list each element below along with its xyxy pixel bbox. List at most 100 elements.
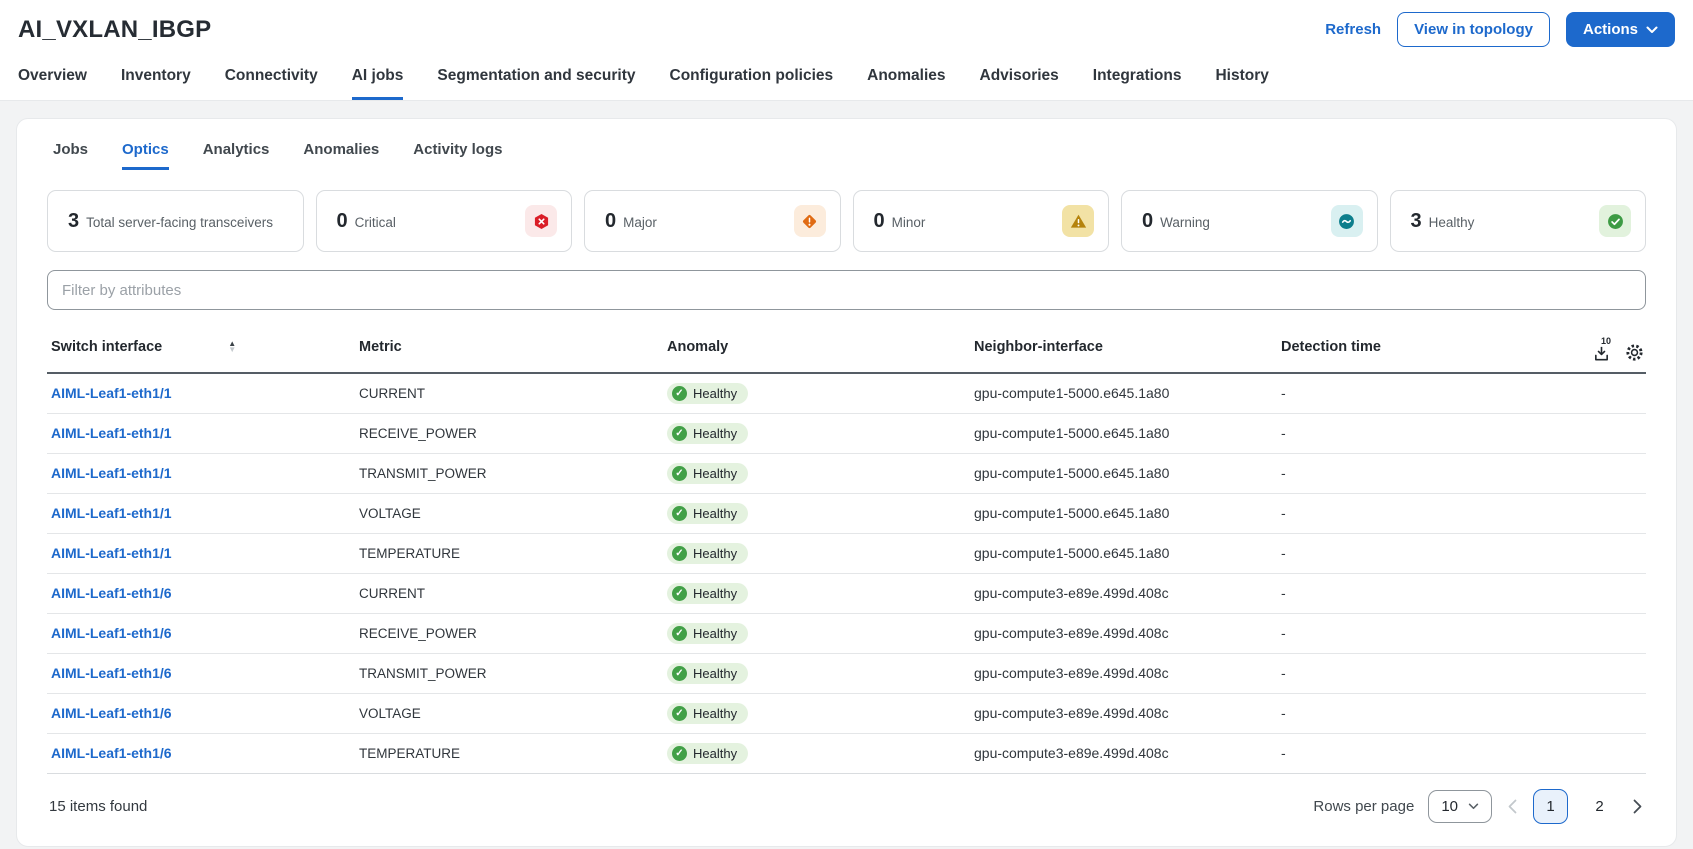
healthy-label: Healthy xyxy=(1428,214,1475,230)
healthy-check-icon: ✓ xyxy=(672,465,687,481)
anomaly-status-badge: ✓ Healthy xyxy=(667,702,749,724)
column-header-anomaly[interactable]: Anomaly xyxy=(663,324,970,374)
metric-cell: TRANSMIT_POWER xyxy=(355,453,663,494)
detection-time-cell: - xyxy=(1277,453,1517,494)
subtab-analytics[interactable]: Analytics xyxy=(203,141,270,170)
tab-ai-jobs[interactable]: AI jobs xyxy=(351,67,404,100)
table-footer: 15 items found Rows per page 10 1 2 xyxy=(47,775,1646,832)
summary-card-row: 3 Total server-facing transceivers 0 Cri… xyxy=(47,190,1646,252)
switch-interface-link[interactable]: AIML-Leaf1-eth1/6 xyxy=(51,665,172,681)
critical-count: 0 xyxy=(336,209,348,232)
switch-interface-link[interactable]: AIML-Leaf1-eth1/6 xyxy=(51,585,172,601)
switch-interface-link[interactable]: AIML-Leaf1-eth1/6 xyxy=(51,745,172,761)
switch-interface-link[interactable]: AIML-Leaf1-eth1/1 xyxy=(51,385,172,401)
neighbor-interface-cell: gpu-compute3-e89e.499d.408c xyxy=(970,653,1277,694)
switch-interface-link[interactable]: AIML-Leaf1-eth1/1 xyxy=(51,545,172,561)
metric-cell: VOLTAGE xyxy=(355,493,663,534)
neighbor-interface-cell: gpu-compute1-5000.e645.1a80 xyxy=(970,453,1277,494)
view-in-topology-button[interactable]: View in topology xyxy=(1397,12,1550,47)
neighbor-interface-cell: gpu-compute1-5000.e645.1a80 xyxy=(970,533,1277,574)
table-row: AIML-Leaf1-eth1/1 TEMPERATURE ✓ Healthy g… xyxy=(47,533,1646,574)
tab-connectivity[interactable]: Connectivity xyxy=(225,67,318,100)
tab-inventory[interactable]: Inventory xyxy=(121,67,191,100)
tab-overview[interactable]: Overview xyxy=(18,67,87,100)
tab-segmentation-and-security[interactable]: Segmentation and security xyxy=(437,67,635,100)
minor-label: Minor xyxy=(891,214,926,230)
critical-label: Critical xyxy=(354,214,396,230)
tab-history[interactable]: History xyxy=(1215,67,1268,100)
neighbor-interface-cell: gpu-compute1-5000.e645.1a80 xyxy=(970,493,1277,534)
detection-time-cell: - xyxy=(1277,693,1517,734)
column-header-metric[interactable]: Metric xyxy=(355,324,663,374)
page-title: AI_VXLAN_IBGP xyxy=(18,15,212,43)
tab-advisories[interactable]: Advisories xyxy=(980,67,1059,100)
warning-count: 0 xyxy=(1142,209,1154,232)
metric-cell: TRANSMIT_POWER xyxy=(355,653,663,694)
total-label: Total server-facing transceivers xyxy=(86,214,273,230)
rows-per-page-select[interactable]: 10 xyxy=(1428,790,1492,823)
total-count: 3 xyxy=(68,209,80,232)
healthy-check-icon: ✓ xyxy=(672,585,687,601)
rows-per-page-label: Rows per page xyxy=(1313,798,1415,815)
table-row: AIML-Leaf1-eth1/1 VOLTAGE ✓ Healthy gpu-c… xyxy=(47,493,1646,534)
page-button-2[interactable]: 2 xyxy=(1582,789,1617,824)
export-download-icon[interactable]: 10 xyxy=(1593,337,1611,362)
table-settings-gear-icon[interactable] xyxy=(1625,343,1644,362)
sort-ascending-icon: ▲ ▼ xyxy=(228,339,237,354)
healthy-check-icon: ✓ xyxy=(672,665,687,681)
neighbor-interface-cell: gpu-compute1-5000.e645.1a80 xyxy=(970,373,1277,414)
actions-button[interactable]: Actions xyxy=(1565,12,1675,47)
page-button-1[interactable]: 1 xyxy=(1533,789,1568,824)
neighbor-interface-cell: gpu-compute3-e89e.499d.408c xyxy=(970,693,1277,734)
page-header: AI_VXLAN_IBGP Refresh View in topology A… xyxy=(0,0,1693,101)
summary-card-healthy: 3 Healthy xyxy=(1389,190,1646,252)
tab-integrations[interactable]: Integrations xyxy=(1093,67,1182,100)
warning-label: Warning xyxy=(1160,214,1210,230)
metric-cell: CURRENT xyxy=(355,373,663,414)
subtab-optics[interactable]: Optics xyxy=(122,141,169,170)
table-row: AIML-Leaf1-eth1/1 TRANSMIT_POWER ✓ Health… xyxy=(47,453,1646,494)
actions-button-label: Actions xyxy=(1582,21,1638,38)
summary-card-total: 3 Total server-facing transceivers xyxy=(47,190,304,252)
metric-cell: TEMPERATURE xyxy=(355,733,663,774)
table-row: AIML-Leaf1-eth1/6 TRANSMIT_POWER ✓ Health… xyxy=(47,653,1646,694)
critical-hexagon-x-icon xyxy=(525,205,557,237)
anomaly-status-badge: ✓ Healthy xyxy=(667,542,749,564)
healthy-check-icon: ✓ xyxy=(672,705,687,721)
neighbor-interface-cell: gpu-compute3-e89e.499d.408c xyxy=(970,613,1277,654)
column-header-switch-interface[interactable]: Switch interface ▲ ▼ xyxy=(47,324,355,374)
column-header-neighbor-interface[interactable]: Neighbor-interface xyxy=(970,324,1277,374)
subtab-jobs[interactable]: Jobs xyxy=(53,141,88,170)
column-header-detection-time[interactable]: Detection time xyxy=(1277,324,1517,374)
next-page-chevron-icon[interactable] xyxy=(1631,799,1644,814)
main-tab-bar: Overview Inventory Connectivity AI jobs … xyxy=(0,53,1693,101)
neighbor-interface-cell: gpu-compute3-e89e.499d.408c xyxy=(970,573,1277,614)
healthy-count: 3 xyxy=(1410,209,1422,232)
major-label: Major xyxy=(623,214,657,230)
detection-time-cell: - xyxy=(1277,733,1517,774)
switch-interface-link[interactable]: AIML-Leaf1-eth1/6 xyxy=(51,625,172,641)
summary-card-critical: 0 Critical xyxy=(315,190,572,252)
table-row: AIML-Leaf1-eth1/6 TEMPERATURE ✓ Healthy g… xyxy=(47,733,1646,774)
detection-time-cell: - xyxy=(1277,413,1517,454)
detection-time-cell: - xyxy=(1277,613,1517,654)
switch-interface-link[interactable]: AIML-Leaf1-eth1/6 xyxy=(51,705,172,721)
metric-cell: RECEIVE_POWER xyxy=(355,413,663,454)
healthy-check-icon: ✓ xyxy=(672,545,687,561)
metric-cell: RECEIVE_POWER xyxy=(355,613,663,654)
switch-interface-link[interactable]: AIML-Leaf1-eth1/1 xyxy=(51,465,172,481)
summary-card-warning: 0 Warning xyxy=(1121,190,1378,252)
filter-input[interactable] xyxy=(47,270,1646,310)
healthy-check-icon: ✓ xyxy=(672,505,687,521)
detection-time-cell: - xyxy=(1277,533,1517,574)
tab-configuration-policies[interactable]: Configuration policies xyxy=(670,67,834,100)
healthy-check-icon: ✓ xyxy=(672,745,687,761)
subtab-anomalies[interactable]: Anomalies xyxy=(303,141,379,170)
tab-anomalies[interactable]: Anomalies xyxy=(867,67,945,100)
refresh-button[interactable]: Refresh xyxy=(1325,21,1381,38)
switch-interface-link[interactable]: AIML-Leaf1-eth1/1 xyxy=(51,505,172,521)
healthy-check-icon: ✓ xyxy=(672,425,687,441)
subtab-activity-logs[interactable]: Activity logs xyxy=(413,141,502,170)
table-row: AIML-Leaf1-eth1/1 RECEIVE_POWER ✓ Healthy… xyxy=(47,413,1646,454)
switch-interface-link[interactable]: AIML-Leaf1-eth1/1 xyxy=(51,425,172,441)
